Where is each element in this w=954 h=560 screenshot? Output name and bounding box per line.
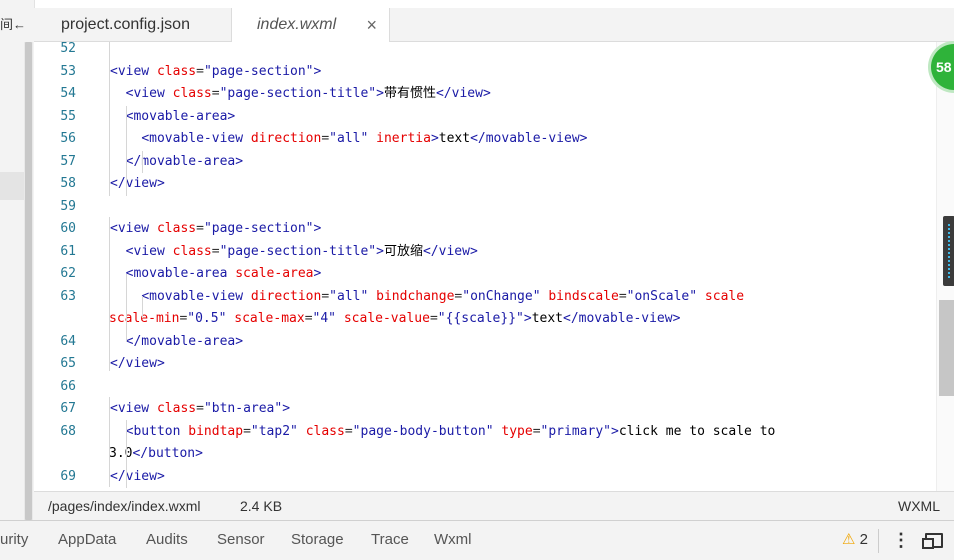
editor-scrollbar-thumb[interactable]: [939, 300, 954, 396]
tab-wxml[interactable]: Wxml: [434, 521, 472, 559]
line-number: 54: [60, 86, 76, 101]
line-number: 66: [60, 378, 76, 394]
code-text: <view class="page-section-title">带有惯性</v…: [125, 86, 491, 101]
line-number: 67: [60, 401, 76, 416]
code-text: <movable-area>: [125, 108, 236, 124]
editor-status-bar: /pages/index/index.wxml 2.4 KB WXML: [34, 491, 954, 520]
line-number: 53: [60, 63, 76, 79]
code-line[interactable]: 69 </view>: [34, 466, 934, 488]
explorer-panel-edge: 间←: [0, 0, 35, 520]
explorer-scrollbar-thumb[interactable]: [25, 42, 32, 520]
code-text: <view class="page-section">: [110, 221, 322, 236]
code-line[interactable]: 64 </movable-area>: [34, 331, 934, 353]
tab-label: project.config.json: [61, 16, 190, 33]
code-text: </view>: [110, 176, 165, 191]
code-text: <movable-view direction="all" inertia>te…: [141, 131, 588, 146]
code-line[interactable]: 52: [34, 42, 934, 60]
code-text: scale-min="0.5" scale-max="4" scale-valu…: [109, 311, 681, 326]
code-line[interactable]: 66: [34, 376, 934, 398]
code-line[interactable]: 56 <movable-view direction="all" inertia…: [34, 128, 934, 150]
code-text: 3.0</button>: [109, 446, 203, 461]
line-number: 61: [60, 243, 76, 259]
line-number: 65: [60, 356, 76, 371]
line-number: 60: [60, 221, 76, 236]
file-path: /pages/index/index.wxml: [48, 498, 201, 514]
file-size: 2.4 KB: [240, 498, 283, 514]
tab-label: index.wxml: [257, 16, 337, 33]
warning-count: 2: [859, 531, 868, 548]
line-number: 57: [60, 153, 76, 169]
code-line[interactable]: 55 <movable-area>: [34, 106, 934, 128]
explorer-truncated-label[interactable]: 间←: [0, 14, 26, 33]
line-number: 59: [60, 198, 76, 214]
code-line[interactable]: 68 <button bindtap="tap2" class="page-bo…: [34, 421, 934, 443]
indent-guide: [109, 42, 110, 196]
code-line[interactable]: 60 <view class="page-section">: [34, 218, 934, 240]
code-text: <view class="page-section">: [110, 63, 322, 79]
code-line[interactable]: 53 <view class="page-section">: [34, 61, 934, 83]
code-line[interactable]: 58 </view>: [34, 173, 934, 195]
tab-index-wxml[interactable]: index.wxml ×: [232, 8, 390, 43]
code-text: </movable-area>: [125, 153, 244, 169]
code-line[interactable]: 63 <movable-view direction="all" bindcha…: [34, 286, 934, 308]
code-text: <view class="btn-area">: [110, 401, 291, 416]
overview-ruler[interactable]: [936, 42, 954, 491]
line-number: 64: [60, 333, 76, 349]
code-text: </view>: [110, 356, 165, 371]
close-icon[interactable]: ×: [366, 8, 377, 42]
editor-tab-bar: project.config.json index.wxml ×: [34, 8, 954, 43]
line-number: 55: [60, 108, 76, 124]
tab-storage[interactable]: Storage: [291, 521, 344, 559]
code-line[interactable]: 61 <view class="page-section-title">可放缩<…: [34, 241, 934, 263]
line-number: 52: [60, 42, 76, 56]
tab-appdata[interactable]: AppData: [58, 521, 116, 559]
line-number: 62: [60, 266, 76, 281]
code-line[interactable]: 67 <view class="btn-area">: [34, 398, 934, 420]
line-number: 68: [60, 423, 76, 439]
tab-security[interactable]: urity: [0, 521, 28, 559]
code-line[interactable]: 57 </movable-area>: [34, 151, 934, 173]
language-mode[interactable]: WXML: [898, 492, 940, 520]
minimap-slider[interactable]: [943, 216, 954, 286]
tab-audits[interactable]: Audits: [146, 521, 188, 559]
code-line[interactable]: 59: [34, 196, 934, 218]
code-line-wrapped[interactable]: scale-min="0.5" scale-max="4" scale-valu…: [34, 308, 934, 330]
code-text: <movable-area scale-area>: [125, 266, 322, 281]
code-line[interactable]: 62 <movable-area scale-area>: [34, 263, 934, 285]
code-text: <button bindtap="tap2" class="page-body-…: [125, 423, 776, 439]
explorer-scrollbar[interactable]: [24, 42, 33, 520]
code-line[interactable]: 65 </view>: [34, 353, 934, 375]
indent-guide: [142, 151, 143, 173]
tab-project-config[interactable]: project.config.json: [34, 8, 232, 42]
warning-counter[interactable]: ⚠ 2: [842, 521, 868, 559]
code-text: </view>: [110, 468, 165, 484]
tab-sensor[interactable]: Sensor: [217, 521, 265, 559]
divider: [878, 529, 879, 553]
line-number: 63: [60, 288, 76, 304]
warning-icon: ⚠: [842, 531, 856, 548]
indent-guide: [126, 274, 127, 342]
code-text: <movable-view direction="all" bindchange…: [141, 288, 745, 304]
code-editor[interactable]: 52 53 <view class="page-section"> 54 <view …: [34, 42, 954, 491]
explorer-selected-item[interactable]: [0, 172, 24, 200]
code-text: <view class="page-section-title">可放缩</vi…: [125, 243, 478, 259]
code-line[interactable]: 54 <view class="page-section-title">带有惯性…: [34, 83, 934, 105]
indent-guide: [109, 217, 110, 371]
indent-guide: [126, 106, 127, 196]
devtools-tab-bar: urity AppData Audits Sensor Storage Trac…: [0, 520, 954, 560]
dock-side-icon[interactable]: [922, 533, 943, 549]
tab-trace[interactable]: Trace: [371, 521, 409, 559]
line-number: 56: [60, 131, 76, 146]
code-text: </movable-area>: [125, 333, 244, 349]
kebab-menu-icon[interactable]: ⋮: [892, 521, 910, 559]
indent-guide: [142, 296, 143, 318]
indent-guide: [126, 420, 127, 488]
line-number: 69: [60, 468, 76, 484]
code-line-wrapped[interactable]: 3.0</button>: [34, 443, 934, 465]
indent-guide: [109, 397, 110, 487]
line-number: 58: [60, 176, 76, 191]
